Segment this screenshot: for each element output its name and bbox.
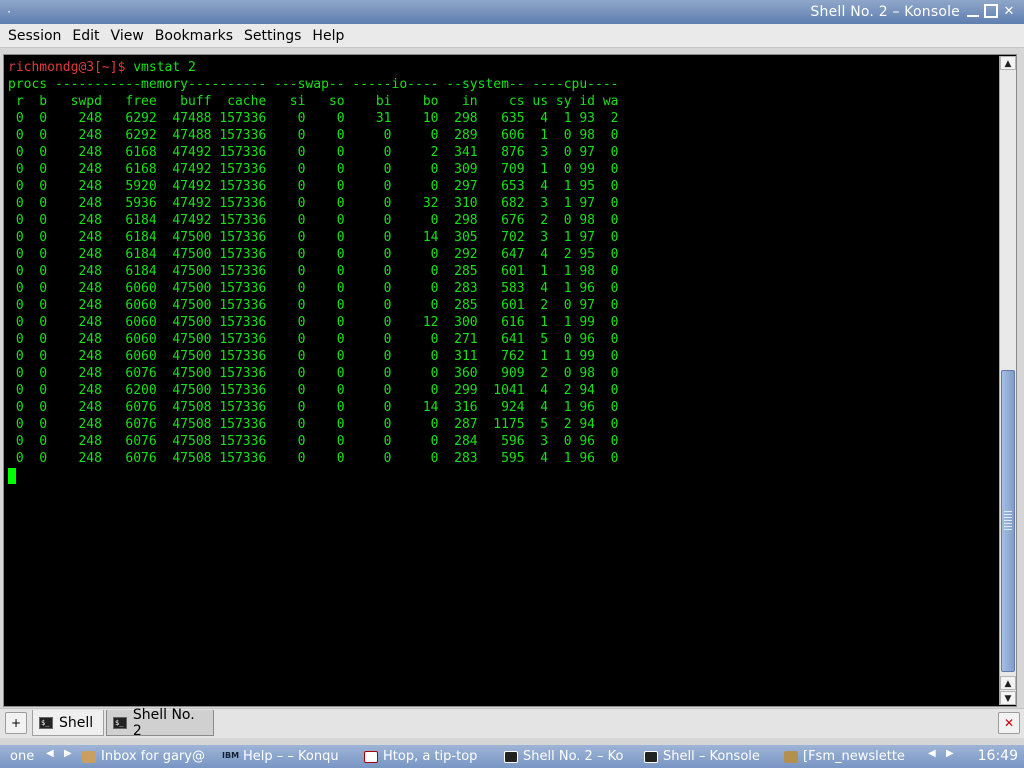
window-menu-icon[interactable]: · [2, 5, 16, 19]
gear-icon [784, 750, 798, 763]
terminal-frame: richmondg@3[~]$ vmstat 2 procs ---------… [3, 54, 1017, 707]
window-titlebar[interactable]: · Shell No. 2 – Konsole [0, 0, 1024, 24]
taskbar-item-label: one [10, 749, 35, 764]
new-session-icon[interactable]: + [5, 712, 27, 734]
right-arrow-icon[interactable]: ▶ [946, 748, 954, 759]
ibm-icon: IBM [222, 750, 240, 760]
taskbar-item-label: Htop, a tip-top [383, 749, 478, 764]
right-arrow-icon[interactable]: ▶ [64, 748, 72, 759]
taskbar-item-label: Shell – Konsole [663, 749, 760, 764]
left-arrow-icon[interactable]: ◀ [46, 748, 54, 759]
menu-edit[interactable]: Edit [67, 26, 104, 46]
vmstat-row: 0 0 248 6184 47500 157336 0 0 0 0 285 60… [15, 264, 619, 279]
tab-label: Shell [59, 714, 94, 731]
vmstat-row: 0 0 248 6076 47500 157336 0 0 0 0 360 90… [15, 366, 619, 381]
grip-icon [1004, 511, 1012, 531]
htop-icon [364, 750, 378, 763]
close-icon[interactable] [1002, 4, 1016, 18]
shell-command: vmstat 2 [133, 60, 196, 75]
vmstat-rows: 0 0 248 6292 47488 157336 0 0 31 10 298 … [8, 111, 619, 466]
vmstat-row: 0 0 248 6076 47508 157336 0 0 0 0 283 59… [15, 451, 619, 466]
minimize-icon[interactable] [966, 4, 980, 18]
clock: 16:49 [977, 748, 1018, 764]
terminal-icon [504, 750, 518, 763]
vmstat-row: 0 0 248 5936 47492 157336 0 0 0 32 310 6… [15, 196, 619, 211]
vmstat-row: 0 0 248 6184 47500 157336 0 0 0 14 305 7… [15, 230, 619, 245]
vmstat-header-columns: r b swpd free buff cache si so bi bo in … [8, 94, 619, 109]
terminal-scrollbar[interactable]: ▲ ▲ ▼ [999, 56, 1016, 705]
close-session-icon[interactable]: ✕ [998, 712, 1020, 734]
taskbar-item-htop[interactable]: Htop, a tip-top [364, 749, 477, 764]
vmstat-row: 0 0 248 6060 47500 157336 0 0 0 12 300 6… [15, 315, 619, 330]
vmstat-row: 0 0 248 6060 47500 157336 0 0 0 0 285 60… [15, 298, 619, 313]
vmstat-row: 0 0 248 6184 47500 157336 0 0 0 0 292 64… [15, 247, 619, 262]
left-arrow-icon[interactable]: ◀ [928, 748, 936, 759]
vmstat-row: 0 0 248 6060 47500 157336 0 0 0 0 271 64… [15, 332, 619, 347]
terminal-icon: $_ [113, 716, 127, 729]
scroll-up-icon-lower[interactable]: ▲ [1000, 676, 1016, 690]
vmstat-row: 0 0 248 6292 47488 157336 0 0 31 10 298 … [15, 111, 619, 126]
session-tabbar: + $_ Shell $_ Shell No. 2 ✕ [0, 706, 1024, 739]
vmstat-row: 0 0 248 6184 47492 157336 0 0 0 0 298 67… [15, 213, 619, 228]
menu-view[interactable]: View [106, 26, 149, 46]
terminal-icon [644, 750, 658, 763]
window-title: Shell No. 2 – Konsole [810, 4, 960, 20]
taskbar-item-help[interactable]: IBM Help – – Konqu [222, 749, 339, 764]
text-cursor [8, 468, 16, 484]
taskbar-item-label: Help – – Konqu [243, 749, 339, 764]
scrollbar-thumb[interactable] [1001, 370, 1015, 672]
tab-shell[interactable]: $_ Shell [32, 710, 104, 736]
menu-bookmarks[interactable]: Bookmarks [150, 26, 238, 46]
taskbar-desktop-label[interactable]: one [10, 749, 34, 764]
menu-session[interactable]: Session [3, 26, 66, 46]
menu-help[interactable]: Help [307, 26, 349, 46]
taskbar-item-inbox[interactable]: Inbox for gary@ [82, 749, 205, 764]
taskbar: one ◀ ▶ Inbox for gary@ IBM Help – – Kon… [0, 745, 1024, 768]
taskbar-item-label: Inbox for gary@ [101, 749, 205, 764]
vmstat-row: 0 0 248 6200 47500 157336 0 0 0 0 299 10… [15, 383, 619, 398]
vmstat-row: 0 0 248 6060 47500 157336 0 0 0 0 283 58… [15, 281, 619, 296]
vmstat-row: 0 0 248 6168 47492 157336 0 0 0 2 341 87… [15, 145, 619, 160]
scroll-up-icon[interactable]: ▲ [1000, 56, 1016, 70]
taskbar-item-label: Shell No. 2 – Ko [523, 749, 624, 764]
taskbar-item-shell-no-2[interactable]: Shell No. 2 – Ko [504, 749, 623, 764]
menubar: Session Edit View Bookmarks Settings Hel… [0, 24, 1024, 48]
taskbar-item-label: [Fsm_newslette [803, 749, 905, 764]
terminal-output[interactable]: richmondg@3[~]$ vmstat 2 procs ---------… [5, 56, 999, 705]
vmstat-row: 0 0 248 6292 47488 157336 0 0 0 0 289 60… [15, 128, 619, 143]
vmstat-row: 0 0 248 6168 47492 157336 0 0 0 0 309 70… [15, 162, 619, 177]
tab-label: Shell No. 2 [132, 706, 195, 739]
taskbar-item-shell[interactable]: Shell – Konsole [644, 749, 760, 764]
scroll-down-icon[interactable]: ▼ [1000, 691, 1016, 705]
vmstat-header-groups: procs -----------memory---------- ---swa… [8, 77, 619, 92]
menu-settings[interactable]: Settings [239, 26, 306, 46]
vmstat-row: 0 0 248 6076 47508 157336 0 0 0 0 287 11… [15, 417, 619, 432]
shell-prompt: richmondg@3[~]$ [8, 60, 134, 75]
mail-icon [82, 750, 96, 763]
vmstat-row: 0 0 248 6060 47500 157336 0 0 0 0 311 76… [15, 349, 619, 364]
maximize-icon[interactable] [984, 4, 998, 18]
vmstat-row: 0 0 248 6076 47508 157336 0 0 0 14 316 9… [15, 400, 619, 415]
taskbar-item-fsm[interactable]: [Fsm_newslette [784, 749, 905, 764]
terminal-icon: $_ [39, 716, 53, 729]
tab-shell-no-2[interactable]: $_ Shell No. 2 [106, 706, 214, 739]
vmstat-row: 0 0 248 6076 47508 157336 0 0 0 0 284 59… [15, 434, 619, 449]
vmstat-row: 0 0 248 5920 47492 157336 0 0 0 0 297 65… [15, 179, 619, 194]
